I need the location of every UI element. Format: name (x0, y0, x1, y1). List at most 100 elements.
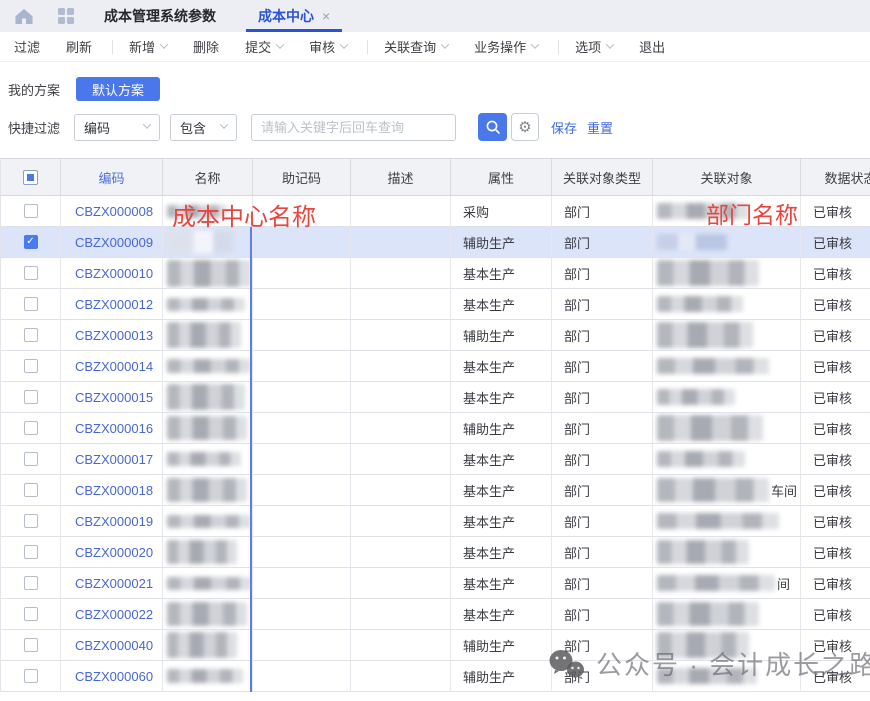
code-cell[interactable]: CBZX000016 (61, 413, 163, 444)
row-checkbox[interactable]: ✓ (24, 235, 38, 249)
reset-filter-link[interactable]: 重置 (587, 118, 613, 137)
close-tab-icon[interactable]: × (322, 8, 330, 24)
default-plan-button[interactable]: 默认方案 (76, 77, 160, 101)
row-checkbox[interactable] (24, 607, 38, 621)
search-button[interactable] (478, 113, 507, 141)
mnemonic-cell (253, 196, 351, 227)
code-cell[interactable]: CBZX000009 (61, 227, 163, 258)
header-description[interactable]: 描述 (351, 159, 451, 196)
code-cell[interactable]: CBZX000060 (61, 661, 163, 692)
filter-settings-button[interactable]: ⚙ (511, 113, 539, 141)
table-row[interactable]: CBZX000040 辅助生产 部门 已审核 (0, 630, 870, 661)
table-body: CBZX000008 采购 部门 已审核 ✓ CBZX000009 辅助生 (0, 196, 870, 692)
redacted-related-object-blur (657, 358, 769, 374)
table-row[interactable]: CBZX000012 基本生产 部门 已审核 (0, 289, 870, 320)
filter-field-select[interactable]: 编码 (74, 114, 160, 141)
code-cell[interactable]: CBZX000040 (61, 630, 163, 661)
header-related-object[interactable]: 关联对象 (653, 159, 801, 196)
header-data-status[interactable]: 数据状态 (801, 159, 870, 196)
keyword-search-input[interactable] (251, 114, 456, 141)
toolbar-item[interactable]: 退出 (639, 37, 665, 56)
header-name[interactable]: 名称 (163, 159, 253, 196)
code-cell[interactable]: CBZX000013 (61, 320, 163, 351)
apps-grid-icon[interactable] (58, 8, 74, 24)
related-object-cell (653, 537, 801, 568)
table-row[interactable]: CBZX000020 基本生产 部门 已审核 (0, 537, 870, 568)
table-row[interactable]: CBZX000015 基本生产 部门 已审核 (0, 382, 870, 413)
row-checkbox[interactable] (24, 390, 38, 404)
header-attribute[interactable]: 属性 (451, 159, 552, 196)
header-related-object-type[interactable]: 关联对象类型 (552, 159, 653, 196)
code-cell[interactable]: CBZX000022 (61, 599, 163, 630)
toolbar-item[interactable]: 新增 (129, 37, 167, 56)
row-checkbox[interactable] (24, 328, 38, 342)
toolbar-item[interactable]: 删除 (193, 37, 219, 56)
home-icon[interactable] (14, 8, 34, 25)
row-checkbox[interactable] (24, 514, 38, 528)
row-checkbox[interactable] (24, 638, 38, 652)
description-cell (351, 661, 451, 692)
filter-operator-select[interactable]: 包含 (170, 114, 237, 141)
redacted-name-blur (167, 577, 252, 590)
table-row[interactable]: CBZX000016 辅助生产 部门 已审核 (0, 413, 870, 444)
row-checkbox[interactable] (24, 576, 38, 590)
name-cell (163, 382, 253, 413)
toolbar-item-label: 选项 (575, 37, 601, 56)
code-cell[interactable]: CBZX000010 (61, 258, 163, 289)
code-cell[interactable]: CBZX000021 (61, 568, 163, 599)
row-checkbox[interactable] (24, 204, 38, 218)
redacted-related-object-blur (657, 602, 759, 626)
table-row[interactable]: CBZX000021 基本生产 部门 间 已审核 (0, 568, 870, 599)
table-row[interactable]: CBZX000010 基本生产 部门 已审核 (0, 258, 870, 289)
toolbar-item[interactable]: 业务操作 (474, 37, 538, 56)
related-object-cell: 车间 (653, 475, 801, 506)
related-object-type-cell: 部门 (552, 630, 653, 661)
redacted-related-object-blur (657, 575, 775, 591)
code-cell[interactable]: CBZX000018 (61, 475, 163, 506)
description-cell (351, 444, 451, 475)
table-row[interactable]: CBZX000060 辅助生产 部门 已审核 (0, 661, 870, 692)
toolbar-item[interactable]: 审核 (309, 37, 347, 56)
toolbar-item[interactable]: 提交 (245, 37, 283, 56)
row-checkbox-cell (1, 630, 61, 661)
tab-cost-center[interactable]: 成本中心 × (246, 0, 342, 32)
redacted-related-object-blur (657, 632, 749, 658)
row-checkbox[interactable] (24, 545, 38, 559)
mnemonic-cell (253, 320, 351, 351)
table-row[interactable]: CBZX000014 基本生产 部门 已审核 (0, 351, 870, 382)
save-filter-link[interactable]: 保存 (551, 118, 577, 137)
code-cell[interactable]: CBZX000020 (61, 537, 163, 568)
code-cell[interactable]: CBZX000017 (61, 444, 163, 475)
row-checkbox[interactable] (24, 452, 38, 466)
tab-cost-system-params[interactable]: 成本管理系统参数 (92, 0, 228, 32)
row-checkbox[interactable] (24, 297, 38, 311)
toolbar-item[interactable]: 选项 (575, 37, 613, 56)
row-checkbox[interactable] (24, 266, 38, 280)
code-cell[interactable]: CBZX000019 (61, 506, 163, 537)
toolbar-item[interactable]: 过滤 (14, 37, 40, 56)
table-row[interactable]: CBZX000013 辅助生产 部门 已审核 (0, 320, 870, 351)
attribute-cell: 基本生产 (451, 382, 552, 413)
code-cell[interactable]: CBZX000014 (61, 351, 163, 382)
header-code[interactable]: 编码 (61, 159, 163, 196)
select-all-checkbox[interactable] (23, 170, 38, 185)
related-object-cell (653, 227, 801, 258)
row-checkbox[interactable] (24, 483, 38, 497)
table-row[interactable]: CBZX000022 基本生产 部门 已审核 (0, 599, 870, 630)
table-row[interactable]: CBZX000008 采购 部门 已审核 (0, 196, 870, 227)
toolbar-item-label: 过滤 (14, 37, 40, 56)
table-row[interactable]: CBZX000019 基本生产 部门 已审核 (0, 506, 870, 537)
code-cell[interactable]: CBZX000008 (61, 196, 163, 227)
toolbar-item[interactable]: 关联查询 (384, 37, 448, 56)
description-cell (351, 289, 451, 320)
row-checkbox[interactable] (24, 359, 38, 373)
header-mnemonic[interactable]: 助记码 (253, 159, 351, 196)
code-cell[interactable]: CBZX000012 (61, 289, 163, 320)
row-checkbox[interactable] (24, 669, 38, 683)
code-cell[interactable]: CBZX000015 (61, 382, 163, 413)
table-row[interactable]: CBZX000018 基本生产 部门 车间 已审核 (0, 475, 870, 506)
table-row[interactable]: ✓ CBZX000009 辅助生产 部门 已审核 (0, 227, 870, 258)
row-checkbox[interactable] (24, 421, 38, 435)
toolbar-item[interactable]: 刷新 (66, 37, 92, 56)
table-row[interactable]: CBZX000017 基本生产 部门 已审核 (0, 444, 870, 475)
